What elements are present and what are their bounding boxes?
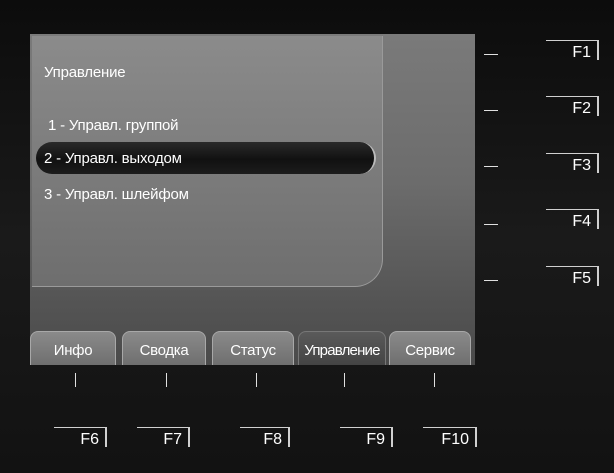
- f4-label: F4: [572, 213, 591, 230]
- f5-label: F5: [572, 270, 591, 287]
- menu-list: 1 - Управл. группой 2 - Управл. выходом …: [32, 36, 382, 286]
- tab-control[interactable]: Управление: [298, 331, 386, 365]
- f8-key[interactable]: F8: [240, 427, 290, 453]
- f7-indicator: [166, 373, 167, 387]
- f7-label: F7: [163, 431, 182, 448]
- f7-key[interactable]: F7: [137, 427, 190, 453]
- f6-key[interactable]: F6: [54, 427, 107, 453]
- f8-label: F8: [263, 431, 282, 448]
- f1-indicator: [484, 54, 498, 55]
- f3-indicator: [484, 166, 498, 167]
- tab-service[interactable]: Сервис: [389, 331, 471, 365]
- f4-key[interactable]: F4: [546, 209, 599, 235]
- f10-label: F10: [441, 431, 469, 448]
- menu-item-loop-control[interactable]: 3 - Управл. шлейфом: [44, 186, 189, 203]
- f9-key[interactable]: F9: [340, 427, 393, 453]
- tab-info[interactable]: Инфо: [30, 331, 116, 365]
- f9-indicator: [344, 373, 345, 387]
- f10-indicator: [434, 373, 435, 387]
- tab-status[interactable]: Статус: [212, 331, 294, 365]
- content-panel: Управление 1 - Управл. группой 2 - Управ…: [32, 36, 383, 287]
- display-screen: Управление 1 - Управл. группой 2 - Управ…: [30, 34, 475, 365]
- tab-bar: Инфо Сводка Статус Управление Сервис: [30, 331, 475, 365]
- menu-item-output-control[interactable]: 2 - Управл. выходом: [44, 150, 182, 167]
- f8-indicator: [256, 373, 257, 387]
- f5-indicator: [484, 280, 498, 281]
- f1-key[interactable]: F1: [546, 40, 599, 66]
- f6-indicator: [75, 373, 76, 387]
- f2-indicator: [484, 110, 498, 111]
- f3-key[interactable]: F3: [546, 153, 599, 179]
- f1-label: F1: [572, 44, 591, 61]
- menu-item-group-control[interactable]: 1 - Управл. группой: [48, 117, 179, 134]
- f5-key[interactable]: F5: [546, 266, 599, 292]
- f9-label: F9: [366, 431, 385, 448]
- f3-label: F3: [572, 157, 591, 174]
- f10-key[interactable]: F10: [423, 427, 477, 453]
- f2-label: F2: [572, 100, 591, 117]
- f2-key[interactable]: F2: [546, 96, 599, 122]
- f4-indicator: [484, 224, 498, 225]
- f6-label: F6: [80, 431, 99, 448]
- tab-summary[interactable]: Сводка: [122, 331, 206, 365]
